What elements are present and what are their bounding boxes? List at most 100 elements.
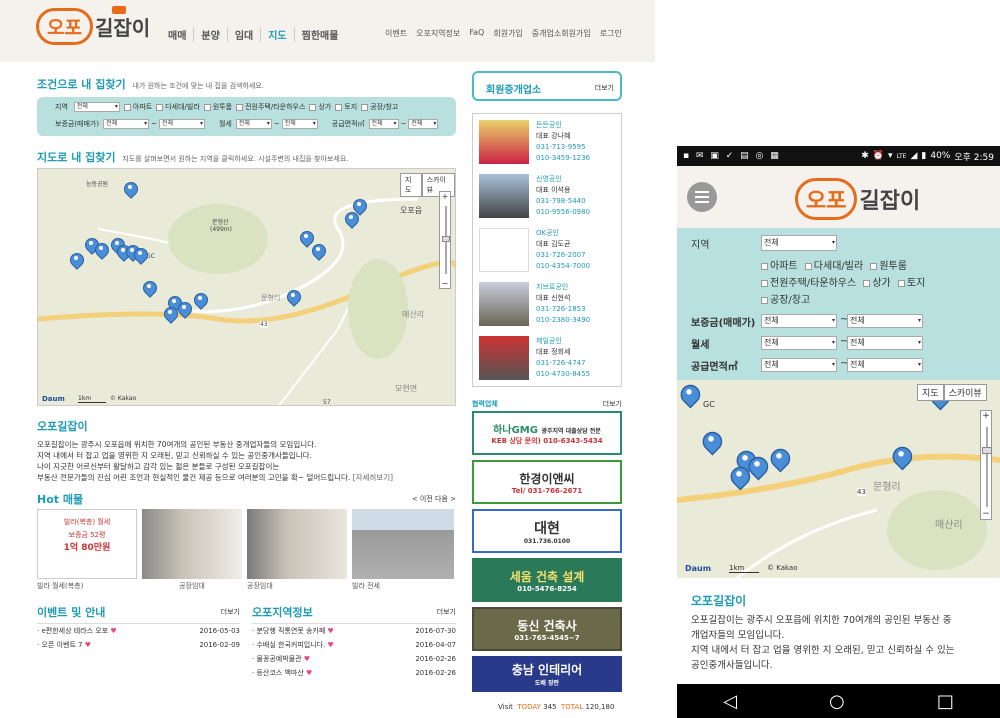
type-checkbox[interactable]: [123, 103, 131, 111]
m-type-label[interactable]: 전원주택/타운하우스: [770, 278, 856, 289]
map-view-button[interactable]: 지도: [400, 173, 422, 197]
subnav-join[interactable]: 회원가입: [493, 28, 522, 39]
property-pin[interactable]: [134, 248, 146, 264]
agent-card[interactable]: 지브로공인 대표 신현석 031-726-1853 010-2380-3490: [479, 282, 619, 336]
recents-icon[interactable]: □: [937, 691, 954, 712]
property-pin[interactable]: [164, 307, 176, 323]
list-item[interactable]: · 분당행 직통연못 송카페 ♥ 2016-07-30: [252, 624, 456, 638]
subnav-login[interactable]: 로그인: [600, 28, 622, 39]
area-max-select[interactable]: 전체: [408, 119, 439, 129]
back-icon[interactable]: ◁: [723, 691, 737, 712]
m-region-select[interactable]: 전체: [761, 235, 837, 251]
monthly-max-select[interactable]: 전체: [281, 119, 318, 129]
list-item[interactable]: · 오픈 이벤트 7 ♥ 2016-02-09: [37, 638, 240, 652]
nav-presale[interactable]: 분양: [193, 27, 226, 42]
m-zoom-control[interactable]: + −: [980, 410, 992, 520]
subnav-faq[interactable]: FaQ: [469, 28, 484, 39]
property-pin[interactable]: [353, 199, 365, 215]
monthly-min-select[interactable]: 전체: [235, 119, 272, 129]
type-checkbox[interactable]: [236, 103, 244, 111]
property-pin[interactable]: [70, 253, 82, 269]
hot-item[interactable]: 빌라 전세: [352, 509, 454, 591]
members-more[interactable]: 더보기: [595, 83, 614, 93]
subnav-event[interactable]: 이벤트: [385, 28, 407, 39]
m-deposit-max[interactable]: 전체: [847, 314, 923, 328]
m-type-label[interactable]: 상가: [872, 278, 890, 289]
property-pin[interactable]: [749, 457, 766, 479]
property-pin[interactable]: [312, 244, 324, 260]
zoom-control[interactable]: + −: [439, 191, 451, 289]
m-type-label[interactable]: 다세대/빌라: [814, 261, 863, 272]
property-pin[interactable]: [300, 231, 312, 247]
property-pin[interactable]: [771, 449, 788, 471]
zoom-out-icon[interactable]: −: [440, 279, 450, 288]
partner-banner[interactable]: 충남 인테리어 도배 장판: [472, 656, 622, 692]
type-checkbox[interactable]: [156, 103, 164, 111]
list-item[interactable]: · e편한세상 테라스 오포 ♥ 2016-05-03: [37, 624, 240, 638]
m-skyview-button[interactable]: 스카이뷰: [943, 384, 987, 401]
property-pin[interactable]: [893, 447, 910, 469]
hot-item[interactable]: 공장임대: [247, 509, 347, 591]
zoom-slider-handle[interactable]: [442, 236, 450, 242]
nav-map[interactable]: 지도: [260, 27, 293, 42]
type-checkbox[interactable]: [335, 103, 343, 111]
list-item[interactable]: · 수배실 한국커피입니다. ♥ 2016-04-07: [252, 638, 456, 652]
m-type-label[interactable]: 공장/창고: [770, 295, 810, 306]
agent-card[interactable]: OK공인 대표 김도균 031-726-2007 010-4354-7000: [479, 228, 619, 282]
m-monthly-max[interactable]: 전체: [847, 336, 923, 350]
partner-banner[interactable]: 대현 031.736.0100: [472, 509, 622, 553]
partner-banner[interactable]: 한경이앤씨 Tel/ 031-766-2671: [472, 460, 622, 504]
logo[interactable]: 오포 길잡이: [36, 6, 150, 45]
events-more[interactable]: 더보기: [221, 607, 240, 617]
hot-item[interactable]: 공장임대: [142, 509, 242, 591]
hot-item[interactable]: 빌라(복층) 월세 보증금 52평 1억 80만원 빌라 월세(복층): [37, 509, 137, 591]
property-pin[interactable]: [703, 432, 720, 454]
property-pin[interactable]: [178, 302, 190, 318]
zoom-in-icon[interactable]: +: [981, 411, 991, 421]
partner-banner[interactable]: 하나GMG 광주지역 대출상담 전문 KEB 상담 문의) 010-6343-5…: [472, 411, 622, 455]
zoom-out-icon[interactable]: −: [981, 509, 991, 519]
agent-card[interactable]: 제일공인 대표 정회세 031-726-4747 010-4730-8455: [479, 336, 619, 390]
members-header[interactable]: 회원중개업소 더보기: [472, 71, 622, 101]
hamburger-menu-icon[interactable]: [687, 182, 717, 212]
deposit-min-select[interactable]: 전체: [103, 119, 150, 129]
m-area-min[interactable]: 전체: [761, 358, 837, 372]
type-checkbox[interactable]: [361, 103, 369, 111]
hot-pager[interactable]: < 이전 다음 >: [412, 494, 456, 504]
property-pin[interactable]: [143, 281, 155, 297]
agent-card[interactable]: 든든공인 대표 강나혜 031-713-9595 010-3459-1236: [479, 120, 619, 174]
deposit-max-select[interactable]: 전체: [158, 119, 205, 129]
desktop-map[interactable]: 능동공원 문형산 (499m) 오포읍 매산리 문형리 GC 43 57 모현면…: [37, 168, 456, 406]
type-checkbox[interactable]: [309, 103, 317, 111]
m-type-label[interactable]: 토지: [907, 278, 925, 289]
property-pin[interactable]: [95, 243, 107, 259]
property-pin[interactable]: [194, 293, 206, 309]
m-map-view-button[interactable]: 지도: [917, 384, 944, 401]
agent-card[interactable]: 신영공인 대표 이석용 031-798-5440 010-9556-0980: [479, 174, 619, 228]
property-pin[interactable]: [287, 290, 299, 306]
partner-banner[interactable]: 세움 건축 설계 010-5476-8254: [472, 558, 622, 602]
list-item[interactable]: · 등산코스 백마산 ♥ 2016-02-26: [252, 666, 456, 680]
mobile-map[interactable]: GC 문형리 43 매산리 지도 스카이뷰 + − Daum 1km © Kak…: [677, 380, 1000, 578]
home-icon[interactable]: ○: [829, 691, 845, 712]
local-more[interactable]: 더보기: [437, 607, 456, 617]
m-area-max[interactable]: 전체: [847, 358, 923, 372]
region-select[interactable]: 전체: [73, 102, 120, 112]
partner-more[interactable]: 더보기: [603, 399, 622, 409]
m-type-label[interactable]: 아파트: [770, 261, 798, 272]
partner-banner[interactable]: 동신 건축사 031-765-4545~7: [472, 607, 622, 651]
property-pin[interactable]: [731, 467, 748, 489]
property-pin[interactable]: [124, 182, 136, 198]
type-checkbox[interactable]: [203, 103, 211, 111]
property-pin[interactable]: [681, 385, 698, 407]
mobile-logo[interactable]: 오포 길잡이: [795, 178, 920, 220]
nav-sale[interactable]: 매매: [168, 27, 193, 42]
m-type-label[interactable]: 원투룸: [879, 261, 907, 272]
zoom-slider-handle[interactable]: [982, 447, 992, 454]
nav-rent[interactable]: 임대: [226, 27, 260, 42]
m-deposit-min[interactable]: 전체: [761, 314, 837, 328]
m-monthly-min[interactable]: 전체: [761, 336, 837, 350]
list-item[interactable]: · 물꽁공예박물관 ♥ 2016-02-26: [252, 652, 456, 666]
subnav-local-info[interactable]: 오포지역정보: [416, 28, 460, 39]
area-min-select[interactable]: 전체: [368, 119, 399, 129]
